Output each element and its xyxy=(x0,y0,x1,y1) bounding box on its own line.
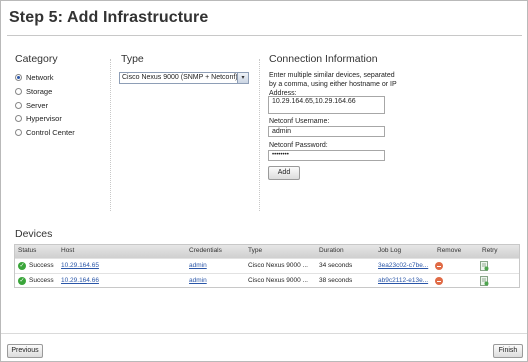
hosts-input[interactable]: 10.29.164.65,10.29.164.66 xyxy=(268,96,385,114)
minus-circle-icon[interactable] xyxy=(435,262,443,270)
column-divider xyxy=(110,59,111,211)
radio-button[interactable] xyxy=(15,73,22,81)
column-header[interactable]: Status xyxy=(18,247,36,254)
username-input[interactable]: admin xyxy=(268,126,385,137)
radio-button[interactable] xyxy=(15,114,22,122)
finish-button[interactable]: Finish xyxy=(493,344,523,358)
radio-storage[interactable]: Storage xyxy=(15,85,52,97)
page-title: Step 5: Add Infrastructure xyxy=(9,9,209,26)
wizard-frame: Step 5: Add Infrastructure Category Netw… xyxy=(0,0,528,362)
check-circle-icon: ✓ xyxy=(18,262,26,270)
devices-table: Status Host Credentials Type Duration Jo… xyxy=(14,244,520,288)
type-title: Type xyxy=(121,53,144,65)
column-header[interactable]: Type xyxy=(248,247,262,254)
radio-control-center[interactable]: Control Center xyxy=(15,126,75,138)
retry-document-icon[interactable] xyxy=(480,261,489,271)
column-header[interactable]: Job Log xyxy=(378,247,401,254)
password-label: Netconf Password: xyxy=(269,142,328,149)
add-button[interactable]: Add xyxy=(268,166,300,180)
column-header[interactable]: Credentials xyxy=(189,247,222,254)
radio-button[interactable] xyxy=(15,87,22,95)
job-log-link[interactable]: 3ea23c02-c7be... xyxy=(378,262,428,269)
status-text: Success xyxy=(29,277,54,284)
host-link[interactable]: 10.29.164.65 xyxy=(61,262,99,269)
category-title: Category xyxy=(15,53,58,65)
username-label: Netconf Username: xyxy=(269,118,330,125)
column-header[interactable]: Remove xyxy=(437,247,461,254)
credentials-link[interactable]: admin xyxy=(189,277,207,284)
column-divider xyxy=(259,59,260,211)
host-link[interactable]: 10.29.164.66 xyxy=(61,277,99,284)
radio-network[interactable]: Network xyxy=(15,71,54,83)
table-row: ✓ Success 10.29.164.66 admin Cisco Nexus… xyxy=(15,273,519,288)
radio-label: Network xyxy=(26,72,54,82)
radio-label: Hypervisor xyxy=(26,113,62,123)
retry-document-icon[interactable] xyxy=(480,276,489,286)
table-row: ✓ Success 10.29.164.65 admin Cisco Nexus… xyxy=(15,258,519,273)
connection-help-text: Enter multiple similar devices, separate… xyxy=(269,72,397,97)
radio-hypervisor[interactable]: Hypervisor xyxy=(15,112,62,124)
radio-label: Storage xyxy=(26,86,53,96)
column-header[interactable]: Duration xyxy=(319,247,344,254)
radio-button[interactable] xyxy=(15,101,22,109)
check-circle-icon: ✓ xyxy=(18,277,26,285)
device-type: Cisco Nexus 9000 ... xyxy=(248,277,308,284)
column-header[interactable]: Host xyxy=(61,247,74,254)
type-select-value: Cisco Nexus 9000 (SNMP + Netconf) xyxy=(122,74,238,81)
radio-server[interactable]: Server xyxy=(15,99,48,111)
connection-title: Connection Information xyxy=(269,53,378,65)
table-header: Status Host Credentials Type Duration Jo… xyxy=(15,245,519,258)
radio-label: Server xyxy=(26,100,49,110)
footer-divider xyxy=(1,333,527,334)
duration-text: 34 seconds xyxy=(319,262,353,269)
previous-button[interactable]: Previous xyxy=(7,344,43,358)
radio-label: Control Center xyxy=(26,127,75,137)
column-header[interactable]: Retry xyxy=(482,247,498,254)
title-divider xyxy=(7,35,522,36)
type-select[interactable]: Cisco Nexus 9000 (SNMP + Netconf) ▾ xyxy=(119,72,249,84)
status-text: Success xyxy=(29,262,54,269)
credentials-link[interactable]: admin xyxy=(189,262,207,269)
devices-title: Devices xyxy=(15,228,53,240)
minus-circle-icon[interactable] xyxy=(435,277,443,285)
device-type: Cisco Nexus 9000 ... xyxy=(248,262,308,269)
chevron-down-icon[interactable]: ▾ xyxy=(237,73,248,83)
radio-button[interactable] xyxy=(15,128,22,136)
job-log-link[interactable]: ab9c2112-e13e... xyxy=(378,277,428,284)
password-input[interactable]: •••••••• xyxy=(268,150,385,161)
duration-text: 38 seconds xyxy=(319,277,353,284)
